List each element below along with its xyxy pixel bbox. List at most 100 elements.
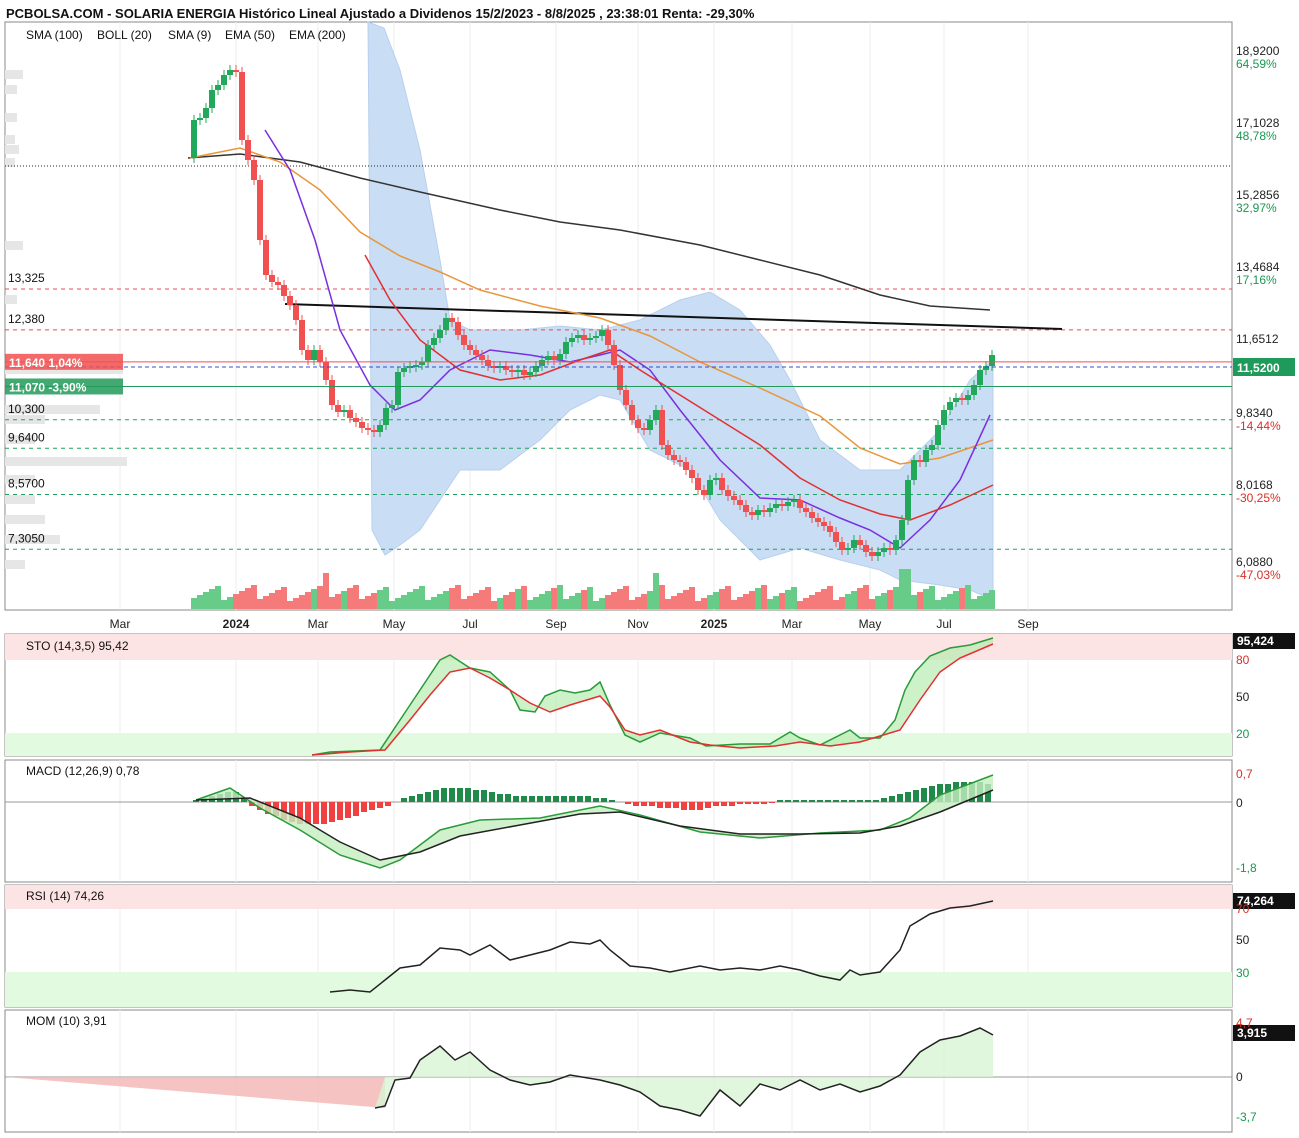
candle xyxy=(593,336,599,338)
candle xyxy=(233,70,239,72)
candle xyxy=(425,345,431,362)
volume-bar xyxy=(761,585,767,609)
macd-histogram-bar xyxy=(905,792,911,802)
macd-histogram-bar xyxy=(321,802,327,824)
volume-profile-bar xyxy=(5,70,23,79)
sto-oversold-zone xyxy=(5,733,1232,756)
price-axis-value: 11,6512 xyxy=(1236,332,1279,346)
volume-bar xyxy=(863,585,869,609)
volume-bar xyxy=(953,591,959,609)
macd-histogram-bar xyxy=(569,796,575,802)
volume-bar xyxy=(605,595,611,609)
candle xyxy=(551,356,557,360)
volume-bar xyxy=(665,599,671,609)
macd-histogram-bar xyxy=(489,792,495,802)
candle xyxy=(773,504,779,508)
volume-bar xyxy=(329,597,335,609)
macd-histogram-bar xyxy=(337,802,343,820)
candle xyxy=(953,398,959,402)
volume-bar xyxy=(509,592,515,609)
candle xyxy=(275,282,281,285)
volume-profile-bar xyxy=(5,145,19,154)
volume-bar xyxy=(389,601,395,609)
volume-bar xyxy=(845,594,851,609)
volume-bar xyxy=(557,585,563,609)
rsi-tick: 70 xyxy=(1236,902,1250,916)
price-axis-value: 18,9200 xyxy=(1236,44,1280,58)
macd-histogram-bar xyxy=(465,788,471,802)
candle xyxy=(191,120,197,158)
level-label: 8,5700 xyxy=(8,477,45,491)
month-label: 2024 xyxy=(223,617,250,631)
volume-bar xyxy=(401,595,407,609)
legend-item: SMA (100) xyxy=(26,28,83,42)
volume-bar xyxy=(203,592,209,609)
macd-histogram-bar xyxy=(441,788,447,802)
macd-histogram-bar xyxy=(761,802,767,804)
volume-bar xyxy=(797,601,803,609)
candle xyxy=(521,370,527,375)
volume-bar xyxy=(767,599,773,609)
volume-bar xyxy=(971,599,977,609)
candle xyxy=(269,275,275,282)
macd-histogram-bar xyxy=(481,790,487,802)
chart-title: PCBOLSA.COM - SOLARIA ENERGIA Histórico … xyxy=(6,6,755,21)
candle xyxy=(917,460,923,462)
candle xyxy=(569,338,575,342)
month-label: Sep xyxy=(545,617,567,631)
macd-histogram-bar xyxy=(913,790,919,802)
candle xyxy=(365,428,371,430)
volume-bar xyxy=(395,598,401,609)
price-axis-pct: 17,16% xyxy=(1236,273,1277,287)
volume-bar xyxy=(551,588,557,609)
legend-item: EMA (50) xyxy=(225,28,275,42)
volume-profile-bar xyxy=(5,241,23,250)
macd-histogram-bar xyxy=(713,802,719,806)
macd-histogram-bar xyxy=(689,802,695,810)
mom-neg-fill xyxy=(5,1077,385,1108)
macd-histogram-bar xyxy=(849,800,855,802)
volume-bar xyxy=(917,592,923,609)
volume-bar xyxy=(227,597,233,609)
volume-bar xyxy=(989,590,995,609)
candle xyxy=(431,338,437,345)
candle xyxy=(863,545,869,552)
candle xyxy=(335,405,341,412)
volume-bar xyxy=(449,588,455,609)
volume-bar xyxy=(287,601,293,609)
macd-histogram-bar xyxy=(497,794,503,802)
candle xyxy=(209,90,215,108)
macd-histogram-bar xyxy=(841,800,847,802)
macd-histogram-bar xyxy=(793,800,799,802)
candle xyxy=(665,445,671,455)
macd-histogram-bar xyxy=(425,792,431,802)
volume-bar xyxy=(491,601,497,609)
volume-bar xyxy=(473,593,479,609)
macd-histogram-bar xyxy=(553,796,559,802)
volume-bar xyxy=(737,597,743,609)
macd-histogram-bar xyxy=(473,790,479,802)
legend-item: SMA (9) xyxy=(168,28,211,42)
macd-histogram-bar xyxy=(545,796,551,802)
candle xyxy=(455,322,461,335)
candle xyxy=(293,305,299,320)
mom-tick: 4,7 xyxy=(1236,1016,1253,1030)
volume-bar xyxy=(323,573,329,609)
volume-bar xyxy=(299,595,305,609)
candle xyxy=(731,496,737,500)
candle xyxy=(689,470,695,478)
macd-histogram-bar xyxy=(881,798,887,802)
volume-bar xyxy=(977,596,983,609)
macd-histogram-bar xyxy=(329,802,335,822)
volume-bar xyxy=(869,599,875,609)
candle xyxy=(257,180,263,240)
macd-histogram-bar xyxy=(513,796,519,802)
volume-bar xyxy=(365,596,371,609)
candle xyxy=(641,428,647,430)
candle xyxy=(221,75,227,85)
volume-bar xyxy=(941,597,947,609)
volume-bar xyxy=(485,587,491,609)
volume-bar xyxy=(587,587,593,609)
macd-histogram-bar xyxy=(729,802,735,806)
candle xyxy=(947,402,953,410)
